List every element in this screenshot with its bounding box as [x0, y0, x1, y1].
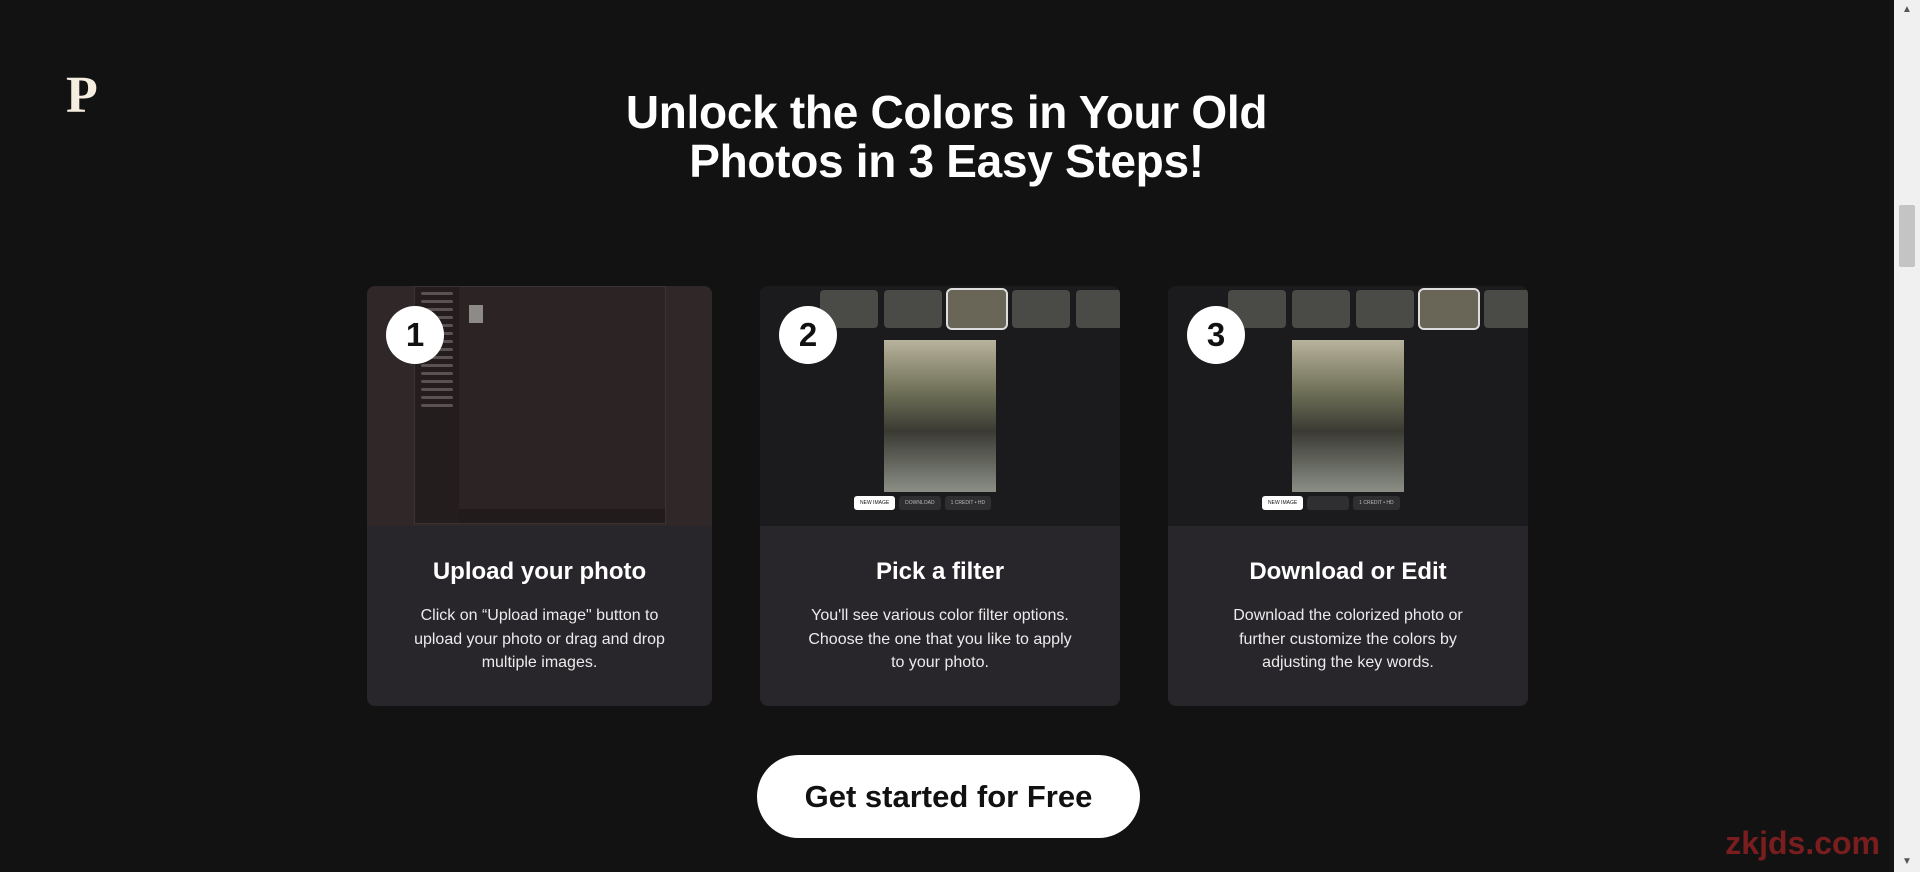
get-started-button[interactable]: Get started for Free: [757, 755, 1140, 838]
step-card-filter: NEW IMAGE DOWNLOAD 1 CREDIT • HD 2 Pick …: [760, 286, 1120, 706]
step-number-badge: 1: [386, 306, 444, 364]
step-number-badge: 3: [1187, 306, 1245, 364]
scroll-down-icon[interactable]: ▼: [1894, 852, 1920, 872]
file-picker-mock: [414, 286, 666, 524]
page-scrollbar[interactable]: ▲ ▼: [1894, 0, 1920, 872]
editor-controls-mock: NEW IMAGE DOWNLOAD 1 CREDIT • HD: [854, 496, 992, 510]
step-number-badge: 2: [779, 306, 837, 364]
step-title: Pick a filter: [875, 558, 1005, 585]
step-card-download: NEW IMAGE 1 CREDIT • HD 3 Download or Ed…: [1168, 286, 1528, 706]
scrollbar-thumb[interactable]: [1899, 205, 1915, 267]
sample-photo: [884, 340, 996, 492]
logo[interactable]: P: [66, 70, 98, 122]
headline-line-1: Unlock the Colors in Your Old: [625, 86, 1268, 138]
filter-thumbnail-strip: [820, 288, 1120, 330]
step-card-upload: 1 Upload your photo Click on “Upload ima…: [367, 286, 712, 706]
watermark: zkjds.com: [1725, 825, 1880, 861]
editor-controls-mock: NEW IMAGE 1 CREDIT • HD: [1262, 496, 1400, 510]
step-description: Download the colorized photo or further …: [1233, 607, 1463, 671]
file-thumbnail: [469, 305, 483, 323]
step-title: Upload your photo: [432, 558, 647, 585]
page-headline: Unlock the Colors in Your Old Photos in …: [560, 88, 1333, 186]
sample-photo: [1292, 340, 1404, 492]
step-title: Download or Edit: [1249, 558, 1447, 585]
scroll-up-icon[interactable]: ▲: [1894, 0, 1920, 20]
headline-line-2: Photos in 3 Easy Steps!: [689, 135, 1204, 187]
filter-thumbnail-strip: [1228, 288, 1528, 330]
step-description: Click on “Upload image" button to upload…: [414, 607, 665, 671]
step-description: You'll see various color filter options.…: [808, 607, 1072, 671]
